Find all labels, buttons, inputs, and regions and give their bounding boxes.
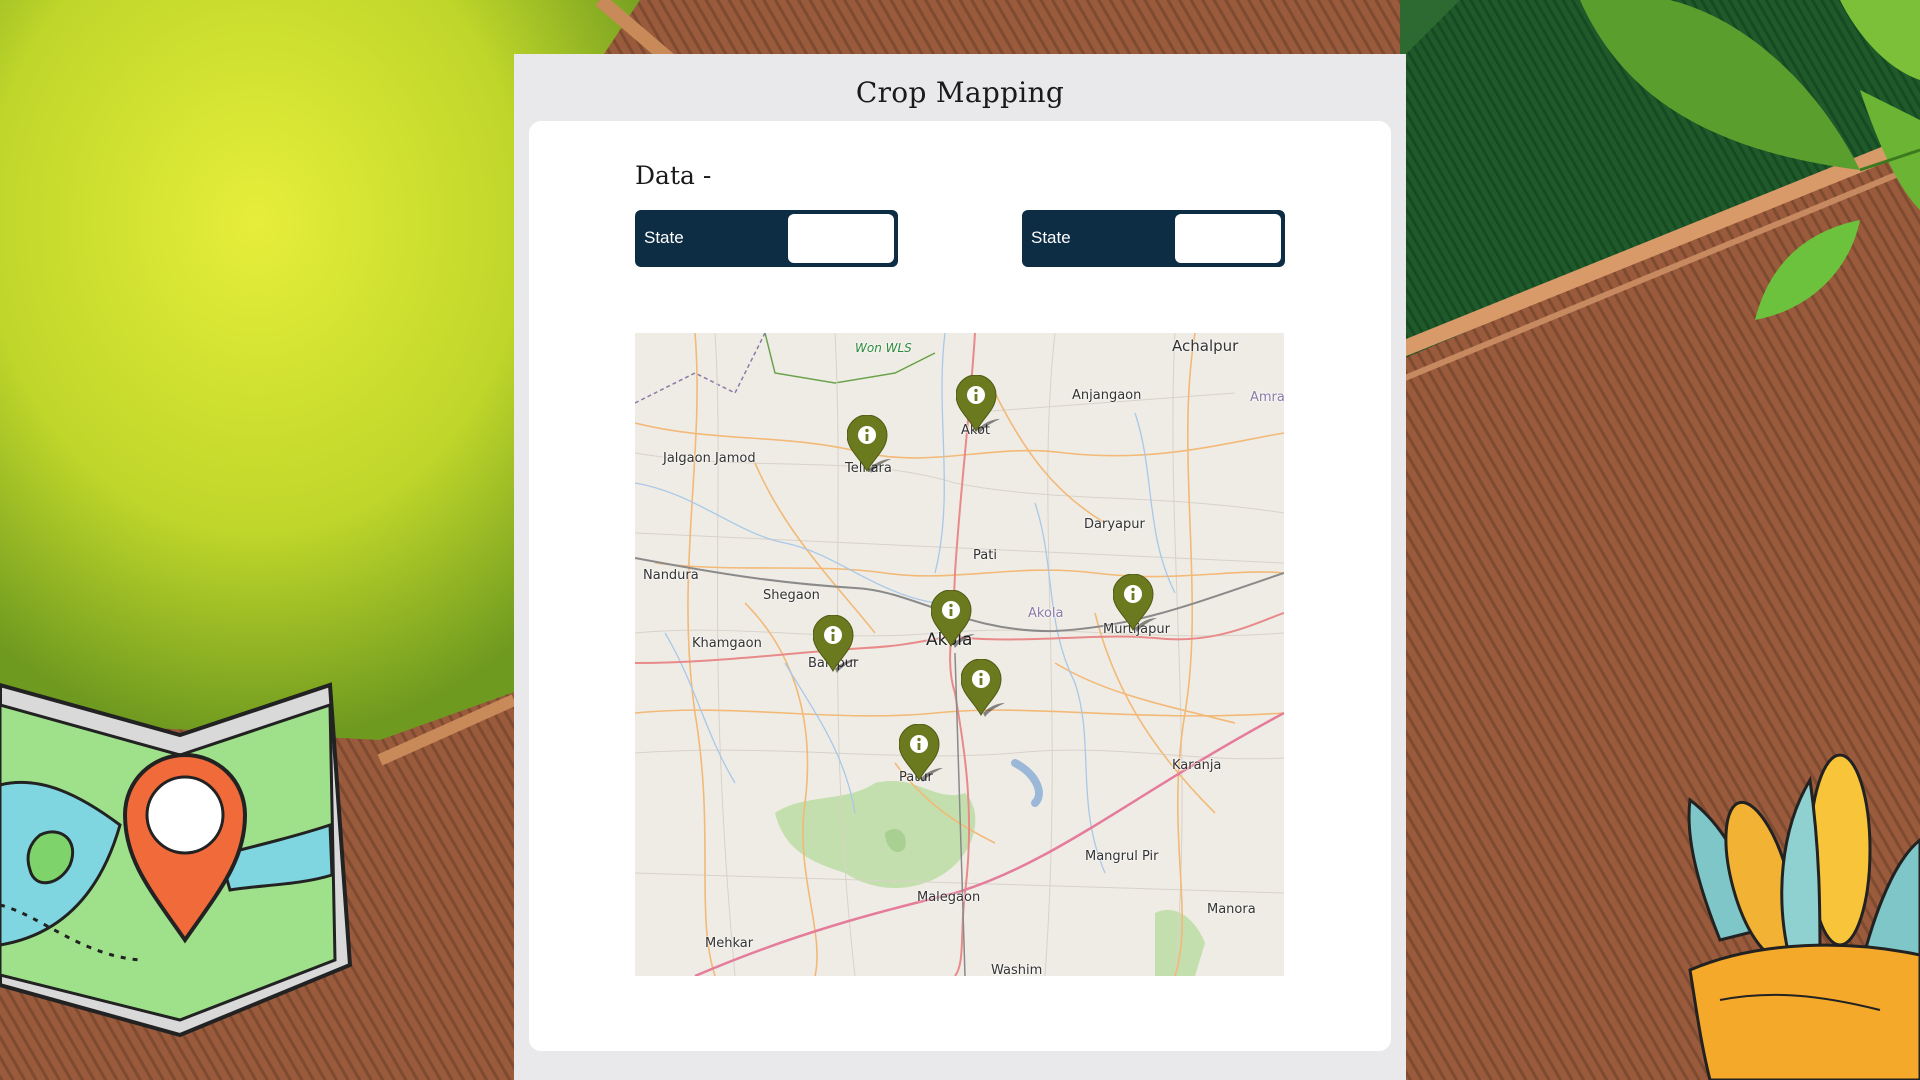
town-label: Won WLS [855, 341, 912, 355]
state-select-2[interactable]: State [1022, 210, 1285, 267]
state-select-1[interactable]: State [635, 210, 898, 267]
page-title: Crop Mapping [855, 76, 1065, 109]
town-label: Khamgaon [692, 636, 762, 651]
corn-bag-icon [1687, 753, 1920, 1080]
town-label: Pati [973, 548, 997, 563]
folded-map-icon [0, 682, 353, 1038]
town-label: Nandura [643, 568, 699, 583]
town-label: Jalgaon Jamod [663, 451, 756, 466]
map-marker-pin[interactable] [1113, 574, 1157, 634]
map-marker-pin[interactable] [956, 375, 1000, 435]
town-label: Malegaon [917, 890, 981, 905]
content-card: Data - State State Won WLS Achalpur Anja… [529, 121, 1391, 1051]
town-label: Amra [1250, 390, 1284, 405]
town-label: Akola [1028, 606, 1064, 621]
town-label: Washim [991, 963, 1043, 976]
state-select-1-label: State [644, 228, 684, 247]
map-marker-pin[interactable] [961, 659, 1005, 719]
main-panel: Crop Mapping Data - State State Won WLS … [514, 54, 1406, 1080]
map-marker-pin[interactable] [813, 615, 857, 675]
town-label: Anjangaon [1072, 388, 1142, 403]
state-select-2-input[interactable] [1175, 214, 1281, 263]
town-label: Shegaon [763, 588, 820, 603]
town-label: Mehkar [705, 936, 754, 951]
town-label: Achalpur [1172, 337, 1239, 355]
town-label: Mangrul Pir [1085, 849, 1159, 864]
map-marker-pin[interactable] [899, 724, 943, 784]
data-label: Data - [635, 161, 712, 190]
leaf-decoration [1580, 0, 1920, 320]
town-label: Manora [1207, 902, 1256, 917]
map-marker-pin[interactable] [847, 415, 891, 475]
town-label: Daryapur [1084, 517, 1145, 532]
town-label: Karanja [1172, 758, 1222, 773]
state-select-2-label: State [1031, 228, 1071, 247]
map-marker-pin[interactable] [931, 590, 975, 650]
state-select-1-input[interactable] [788, 214, 894, 263]
crop-map[interactable]: Won WLS Achalpur Anjangaon Amra Akot Jal… [635, 333, 1284, 976]
